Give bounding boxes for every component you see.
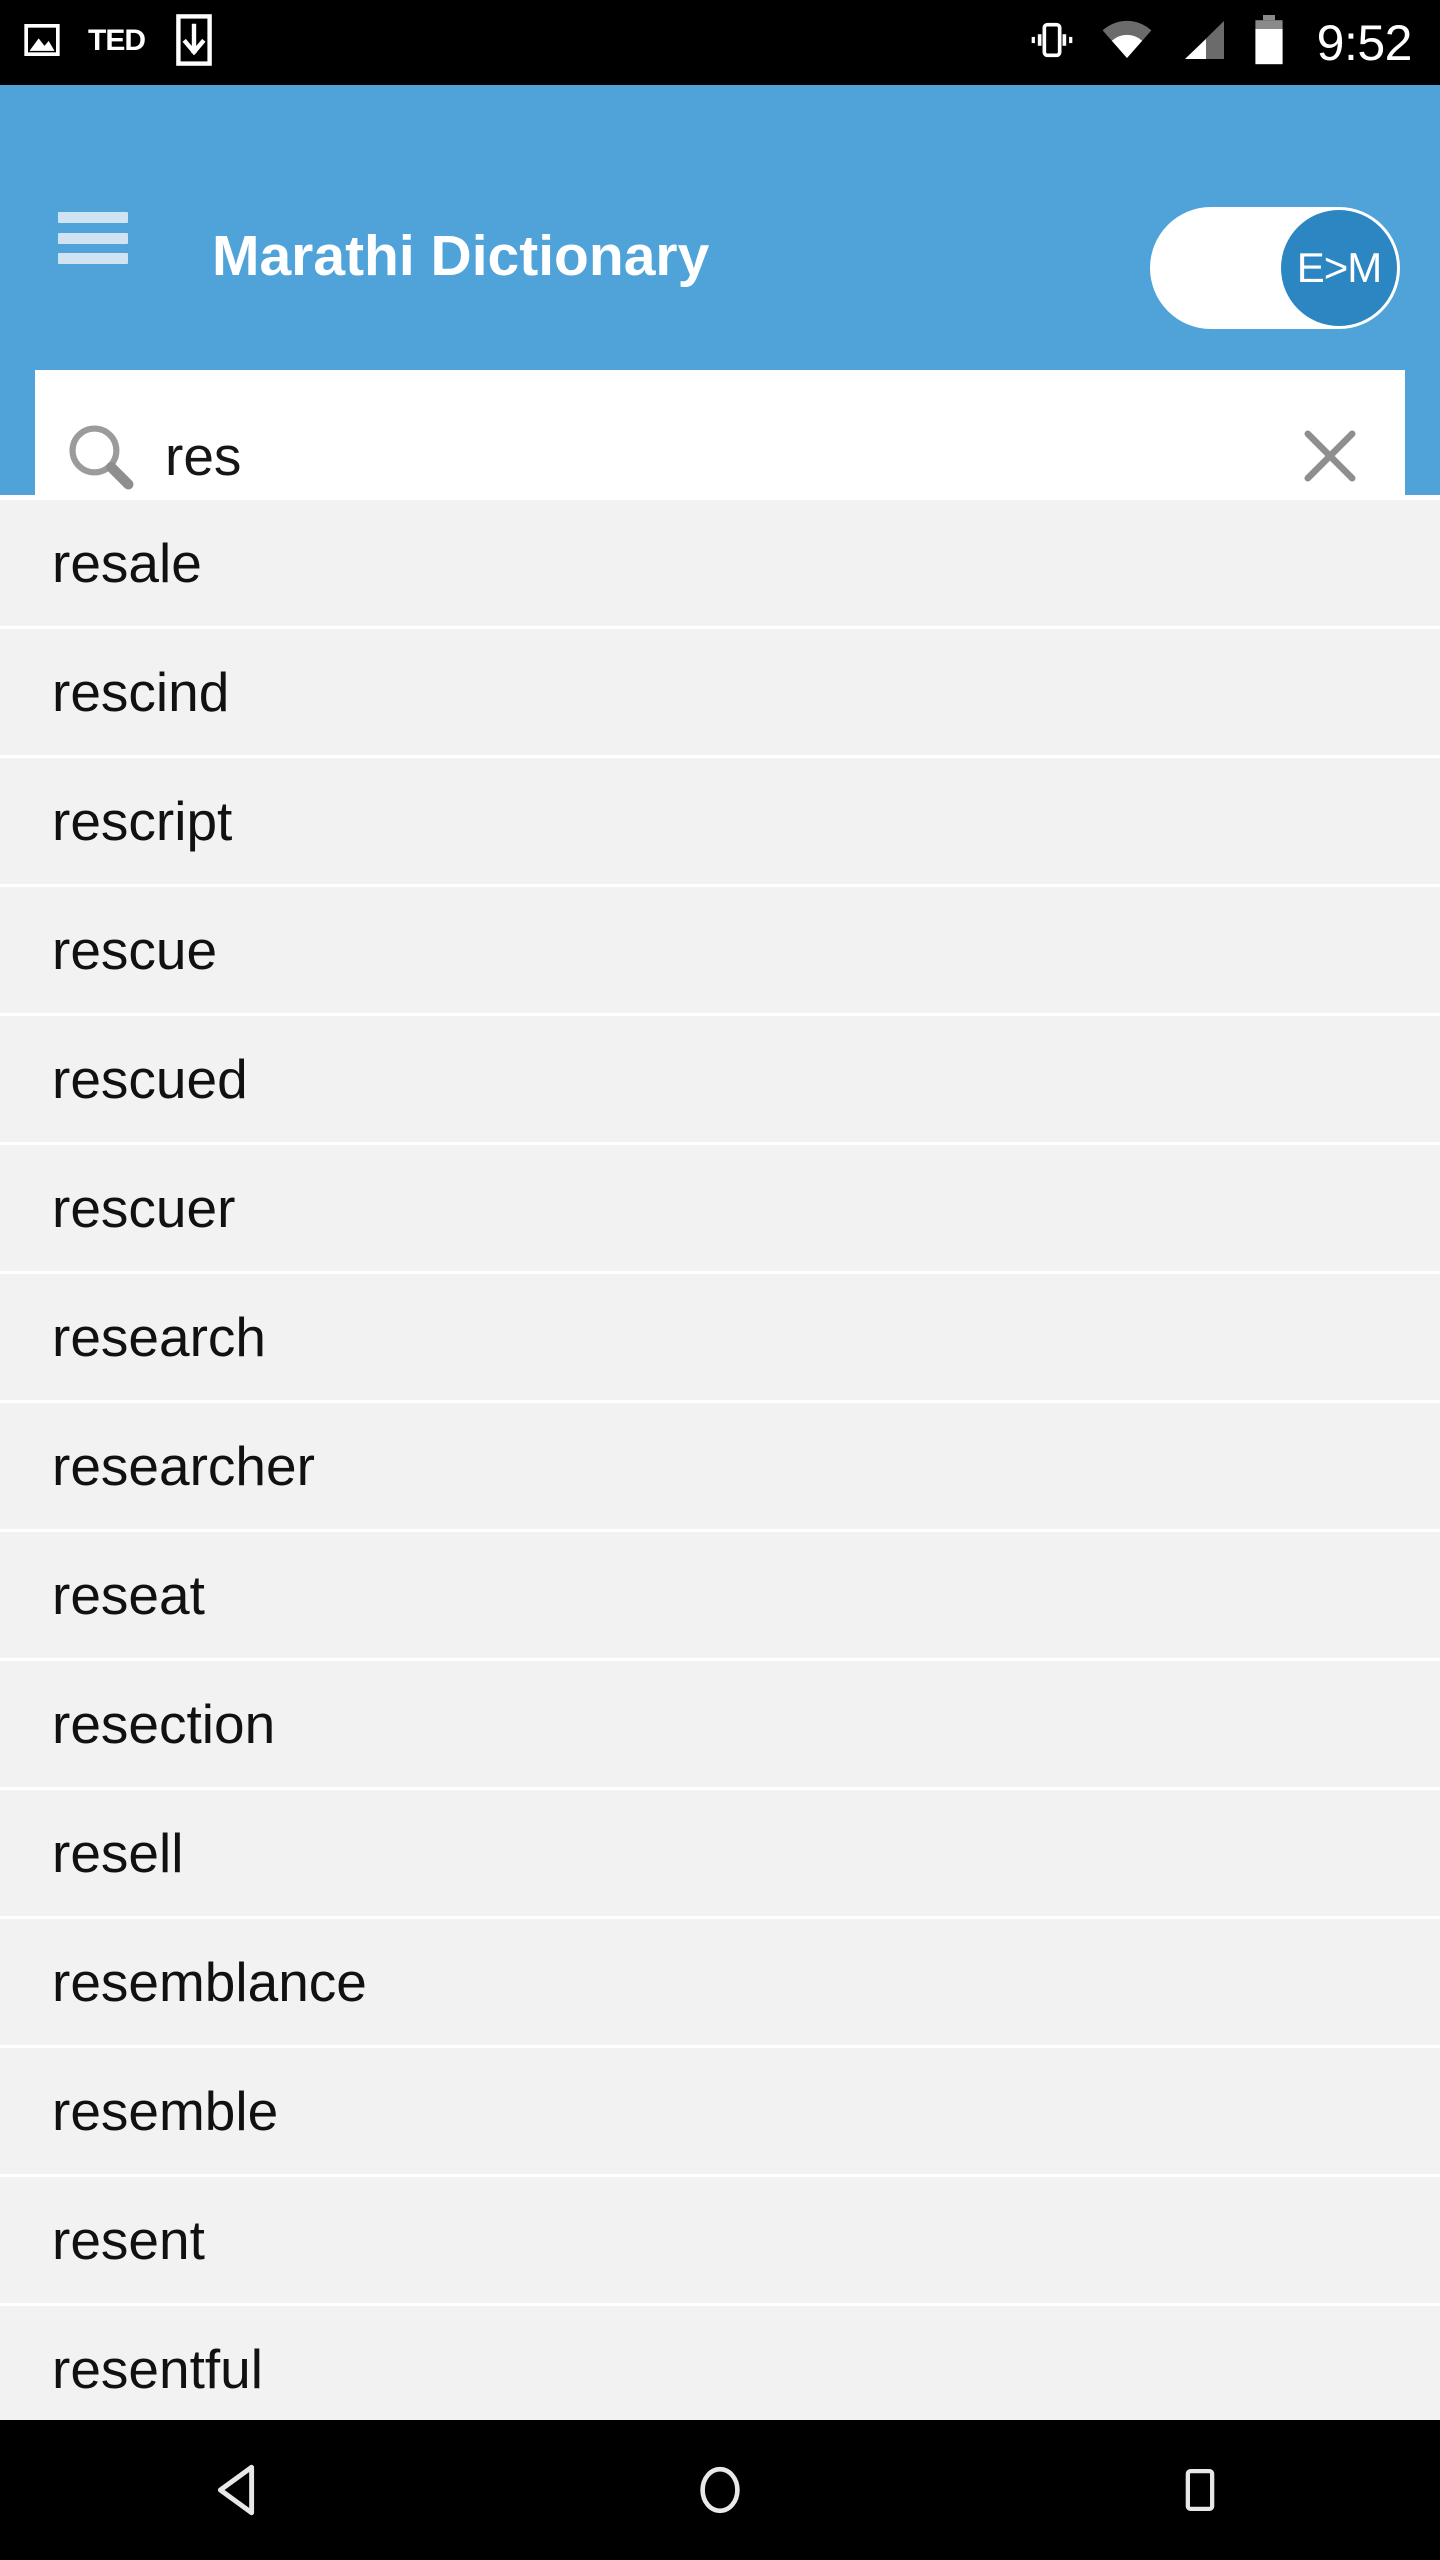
android-navigation-bar [0,2420,1440,2560]
list-item[interactable]: resell [0,1790,1440,1919]
list-item[interactable]: reseat [0,1532,1440,1661]
page-title: Marathi Dictionary [212,224,710,288]
status-bar-clock: 9:52 [1316,14,1413,71]
hamburger-line-3 [58,253,128,264]
phone-screen: TED 9:52 Marathi Dictionary E>M res resa… [0,0,1440,2560]
list-item-word: resell [52,1821,184,1884]
list-item-word: resemble [52,2079,279,2142]
ted-app-icon: TED [88,23,150,62]
list-item-word: rescuer [52,1176,236,1239]
list-item-word: rescind [52,660,230,723]
list-item-word: reseat [52,1563,205,1626]
list-item-word: resemblance [52,1950,367,2013]
list-item[interactable]: research [0,1274,1440,1403]
app-bar: Marathi Dictionary E>M [0,85,1440,542]
clear-search-icon[interactable] [1255,418,1405,494]
app-bar-top-row: Marathi Dictionary E>M [0,85,1440,329]
list-item-word: resection [52,1692,276,1755]
list-item[interactable]: resentful [0,2306,1440,2420]
list-item[interactable]: resemblance [0,1919,1440,2048]
battery-icon [1253,15,1285,70]
status-bar-right-icons: 9:52 [1029,15,1440,70]
list-item-word: resale [52,531,202,594]
hamburger-line-1 [58,212,128,223]
list-item[interactable]: resection [0,1661,1440,1790]
svg-text:TED: TED [88,24,145,57]
language-toggle-thumb: E>M [1281,210,1397,326]
list-item-word: rescue [52,918,218,981]
list-item-word: resentful [52,2337,263,2400]
list-item-word: rescript [52,789,233,852]
hamburger-line-2 [58,232,128,244]
language-toggle-label: E>M [1296,244,1383,291]
status-bar-left-icons: TED [0,14,212,71]
image-icon [22,20,62,65]
hamburger-menu-icon[interactable] [58,212,128,264]
wifi-icon [1101,20,1153,65]
language-direction-toggle[interactable]: E>M [1150,207,1400,329]
home-button[interactable] [630,2420,810,2560]
search-results-list[interactable]: resale rescind rescript rescue rescued rescue… [0,500,1440,2420]
list-item[interactable]: rescuer [0,1145,1440,1274]
search-icon [35,419,165,493]
list-item[interactable]: rescript [0,758,1440,887]
list-item[interactable]: researcher [0,1403,1440,1532]
list-item-word: rescued [52,1047,248,1110]
list-item[interactable]: resemble [0,2048,1440,2177]
list-item[interactable]: resale [0,500,1440,629]
vibrate-icon [1029,17,1075,68]
list-item[interactable]: rescue [0,887,1440,1016]
list-item-word: research [52,1305,266,1368]
list-item[interactable]: rescind [0,629,1440,758]
list-item-word: researcher [52,1434,315,1497]
list-item[interactable]: rescued [0,1016,1440,1145]
back-button[interactable] [150,2420,330,2560]
status-bar: TED 9:52 [0,0,1440,85]
cell-signal-icon [1179,19,1227,66]
download-icon [176,14,212,71]
list-item[interactable]: resent [0,2177,1440,2306]
search-input[interactable] [165,424,1255,488]
list-item-word: resent [52,2208,205,2271]
recent-apps-button[interactable] [1110,2420,1290,2560]
